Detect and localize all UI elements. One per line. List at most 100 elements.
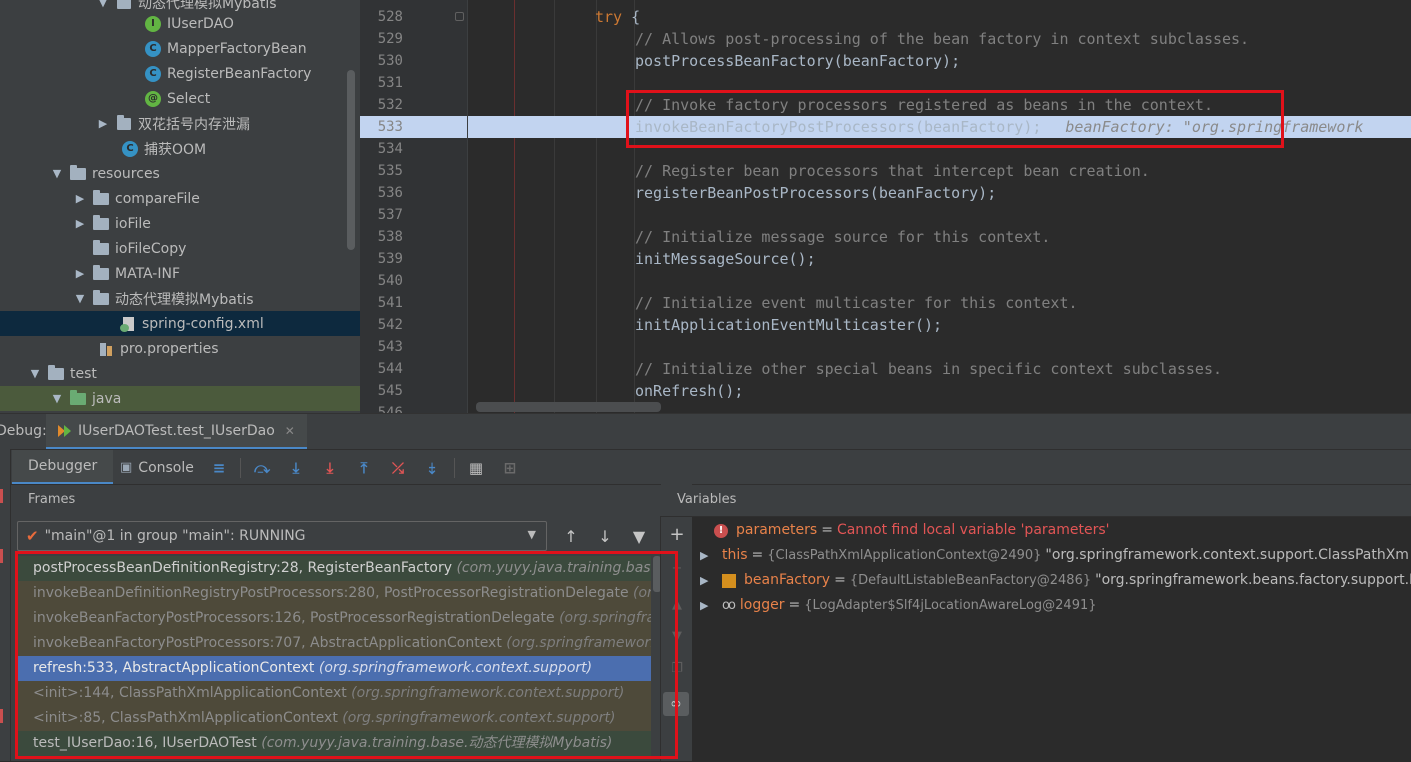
properties-file-icon <box>98 341 114 357</box>
line-number: 540 <box>377 273 403 289</box>
code-line-539: initMessageSource(); <box>635 250 816 268</box>
project-tree: ▼ 动态代理模拟Mybatis I IUserDAO C MapperFacto… <box>0 0 360 413</box>
line-number: 534 <box>377 141 403 157</box>
line-number: 536 <box>377 185 403 201</box>
mute-breakpoints-icon[interactable] <box>0 709 3 723</box>
code-line-529: // Allows post-processing of the bean fa… <box>635 30 1250 48</box>
step-over-icon[interactable]: ⤼ <box>252 458 272 478</box>
frames-title: Frames <box>28 492 76 507</box>
toolbar-separator <box>240 458 241 478</box>
chevron-right-icon[interactable]: ▶ <box>700 543 714 568</box>
tree-item-select[interactable]: @ Select <box>0 86 360 111</box>
tree-item-pro-properties[interactable]: pro.properties <box>0 336 360 361</box>
evaluate-expression-icon[interactable]: ▦ <box>466 458 486 478</box>
tree-item-mybatis-folder[interactable]: ▼ 动态代理模拟Mybatis <box>0 286 360 311</box>
chevron-right-icon[interactable]: ▶ <box>73 267 87 281</box>
tree-item-mata-inf[interactable]: ▶ MATA-INF <box>0 261 360 286</box>
line-number: 537 <box>377 207 403 223</box>
variable-row-beanfactory[interactable]: ▶ beanFactory = {DefaultListableBeanFact… <box>692 568 1411 593</box>
line-number: 533 <box>377 119 403 135</box>
field-icon <box>722 573 736 588</box>
tree-item-mapperfactorybean[interactable]: C MapperFactoryBean <box>0 36 360 61</box>
chevron-down-icon[interactable]: ▼ <box>96 0 110 10</box>
chevron-down-icon[interactable]: ▼ <box>50 392 64 406</box>
folder-icon <box>93 289 109 307</box>
code-editor[interactable]: try { // Allows post-processing of the b… <box>468 0 1411 413</box>
debug-run-icon <box>58 424 72 438</box>
variable-row-this[interactable]: ▶ this = {ClassPathXmlApplicationContext… <box>692 543 1409 568</box>
line-number: 528 <box>377 9 403 25</box>
chevron-down-icon[interactable]: ▼ <box>50 167 64 181</box>
force-step-into-icon[interactable]: ⤓ <box>320 458 340 478</box>
code-line-530: postProcessBeanFactory(beanFactory); <box>635 52 961 70</box>
tree-item-iofilecopy[interactable]: ioFileCopy <box>0 236 360 261</box>
code-line-535: // Register bean processors that interce… <box>635 162 1150 180</box>
previous-frame-button[interactable]: ↑ <box>560 525 582 547</box>
tab-console[interactable]: ▣ Console <box>120 450 194 485</box>
rerun-icon[interactable] <box>0 489 3 503</box>
line-number: 541 <box>377 295 403 311</box>
chevron-down-icon[interactable]: ▼ <box>73 292 87 306</box>
stop-icon[interactable] <box>0 549 3 563</box>
step-into-icon[interactable]: ⤓ <box>286 458 306 478</box>
chevron-right-icon[interactable]: ▶ <box>73 217 87 231</box>
annotation-icon: @ <box>145 90 161 107</box>
trace-icon[interactable]: ⊞ <box>500 458 520 478</box>
tree-item-oom[interactable]: C 捕获OOM <box>0 136 360 161</box>
tree-item-spring-config[interactable]: spring-config.xml <box>0 311 360 336</box>
close-icon[interactable]: ✕ <box>285 424 295 438</box>
console-icon: ▣ <box>120 460 133 475</box>
tree-item-iuserdao[interactable]: I IUserDAO <box>0 11 360 36</box>
tree-item-test[interactable]: ▼ test <box>0 361 360 386</box>
interface-icon: I <box>145 15 161 32</box>
error-icon: ! <box>714 523 728 538</box>
fold-marker-icon[interactable] <box>455 12 464 21</box>
chevron-right-icon[interactable]: ▶ <box>700 568 714 593</box>
annotation-highlight-box-code <box>626 90 1284 148</box>
line-number: 542 <box>377 317 403 333</box>
line-number: 529 <box>377 31 403 47</box>
variable-row-parameters[interactable]: ! parameters = Cannot find local variabl… <box>714 518 1110 543</box>
line-number: 538 <box>377 229 403 245</box>
chevron-right-icon[interactable]: ▶ <box>700 593 714 618</box>
checkmark-icon: ✔ <box>26 527 39 545</box>
step-out-icon[interactable]: ⤒ <box>354 458 374 478</box>
next-frame-button[interactable]: ↓ <box>594 525 616 547</box>
thread-selector[interactable]: ✔ "main"@1 in group "main": RUNNING ▼ <box>17 521 547 551</box>
drop-frame-icon[interactable]: ⤰ <box>388 458 408 478</box>
watch-icon: oo <box>722 598 736 613</box>
debug-left-strip <box>0 449 11 761</box>
debug-label: Debug: <box>0 423 47 439</box>
folder-icon <box>93 214 109 232</box>
variable-row-logger[interactable]: ▶ oo logger = {LogAdapter$Slf4jLocationA… <box>692 593 1097 618</box>
line-number: 545 <box>377 383 403 399</box>
class-icon: C <box>145 65 161 82</box>
menu-icon[interactable]: ≡ <box>209 458 229 478</box>
tree-item-comparefile[interactable]: ▶ compareFile <box>0 186 360 211</box>
chevron-right-icon[interactable]: ▶ <box>96 117 110 131</box>
debug-tool-window-header: Debug: IUserDAOTest.test_IUserDao ✕ <box>0 413 1411 450</box>
tree-item-iofile[interactable]: ▶ ioFile <box>0 211 360 236</box>
debug-session-tab[interactable]: IUserDAOTest.test_IUserDao ✕ <box>46 414 307 450</box>
chevron-down-icon[interactable]: ▼ <box>28 367 42 381</box>
line-number: 532 <box>377 97 403 113</box>
class-icon: C <box>145 40 161 57</box>
tree-item-package-leak[interactable]: ▶ 双花括号内存泄漏 <box>0 111 360 136</box>
tree-item-registerbeanfactory[interactable]: C RegisterBeanFactory <box>0 61 360 86</box>
tree-item-java[interactable]: ▼ java <box>0 386 360 411</box>
resources-folder-icon <box>70 164 86 182</box>
folder-icon <box>93 239 109 257</box>
debug-toolbar: Debugger ▣ Console ≡ ⤼ ⤓ ⤓ ⤒ ⤰ ⤈ ▦ ⊞ <box>0 449 1411 485</box>
filter-icon[interactable]: ▼ <box>628 525 650 547</box>
toolbar-separator <box>454 458 455 478</box>
add-watch-icon[interactable]: + <box>669 524 685 545</box>
line-number: 544 <box>377 361 403 377</box>
tree-item-resources[interactable]: ▼ resources <box>0 161 360 186</box>
editor-horizontal-scrollbar[interactable] <box>476 402 661 412</box>
chevron-right-icon[interactable]: ▶ <box>73 192 87 206</box>
line-number: 539 <box>377 251 403 267</box>
tab-debugger[interactable]: Debugger <box>12 450 114 485</box>
tree-scrollbar[interactable] <box>347 70 355 250</box>
annotation-highlight-box-frames <box>15 551 678 759</box>
run-to-cursor-icon[interactable]: ⤈ <box>422 458 442 478</box>
